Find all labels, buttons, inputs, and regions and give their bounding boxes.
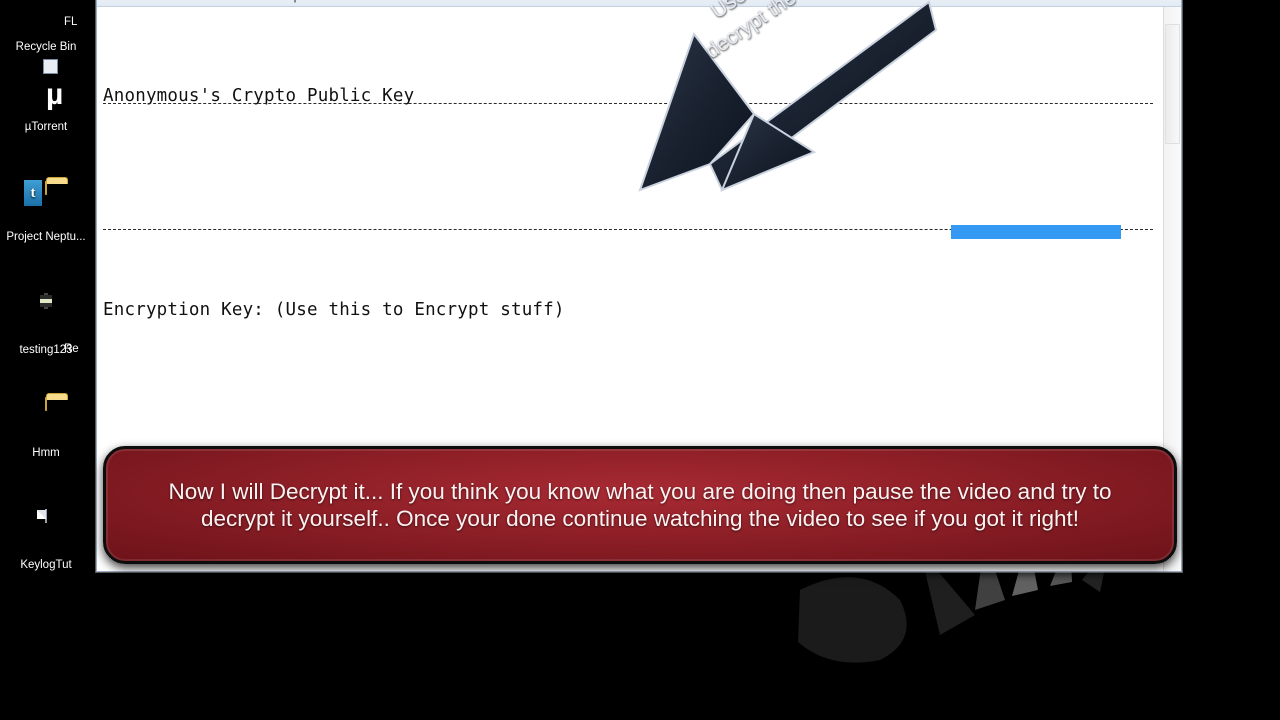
desktop-icon-label: KeylogTut	[20, 559, 72, 571]
desktop-icon-label: µTorrent	[24, 121, 68, 133]
menu-item-view[interactable]: View	[234, 0, 259, 3]
desktop-icon-label-clipped-fl: FL	[64, 16, 78, 28]
menu-item-edit[interactable]: Edit	[142, 0, 162, 3]
desktop-icon-keylogtut[interactable]: KeylogTut	[0, 509, 92, 572]
selection-overflow	[951, 225, 1121, 239]
utorrent-icon	[22, 59, 70, 118]
desktop-icon-label: Hmm	[32, 447, 60, 459]
doc-line-encryption-heading: Encryption Key: (Use this to Encrypt stu…	[103, 300, 565, 321]
doc-line-title: Anonymous's Crypto Public Key	[103, 85, 415, 106]
doc-line-blank-1	[103, 186, 1155, 222]
desktop-icon-label: Project Neptu...	[6, 231, 86, 243]
menu-item-help[interactable]: Help	[277, 0, 301, 3]
recycle-bin-icon	[22, 0, 70, 38]
desktop-screen: Recycle Bin µTorrent t Project Neptu... …	[0, 0, 1280, 720]
desktop-icon-utorrent[interactable]: µTorrent	[0, 59, 92, 134]
desktop-icon-hmm[interactable]: Hmm	[0, 397, 92, 460]
desktop-icon-recycle-bin[interactable]: Recycle Bin	[0, 0, 92, 54]
folder-icon: t	[22, 180, 70, 228]
desktop-icon-label-clipped-re: Re	[64, 343, 79, 355]
menu-bar[interactable]: File Edit Format View Help	[97, 0, 1181, 7]
text-document-icon	[22, 509, 70, 556]
scrollbar-thumb[interactable]	[1165, 24, 1180, 144]
video-file-icon	[22, 293, 70, 341]
encryption-key-divider	[103, 103, 1153, 104]
instruction-banner: Now I will Decrypt it... If you think yo…	[103, 446, 1177, 564]
menu-item-format[interactable]: Format	[179, 0, 215, 3]
desktop-icon-project-neptune[interactable]: t Project Neptu...	[0, 180, 92, 244]
desktop-icon-label: Recycle Bin	[15, 41, 77, 53]
menu-item-file[interactable]: File	[105, 0, 124, 3]
doc-line-blank-2	[103, 401, 1155, 437]
instruction-banner-text: Now I will Decrypt it... If you think yo…	[168, 478, 1112, 532]
folder-icon	[22, 397, 70, 444]
scroll-up-arrow[interactable]	[1164, 7, 1181, 24]
